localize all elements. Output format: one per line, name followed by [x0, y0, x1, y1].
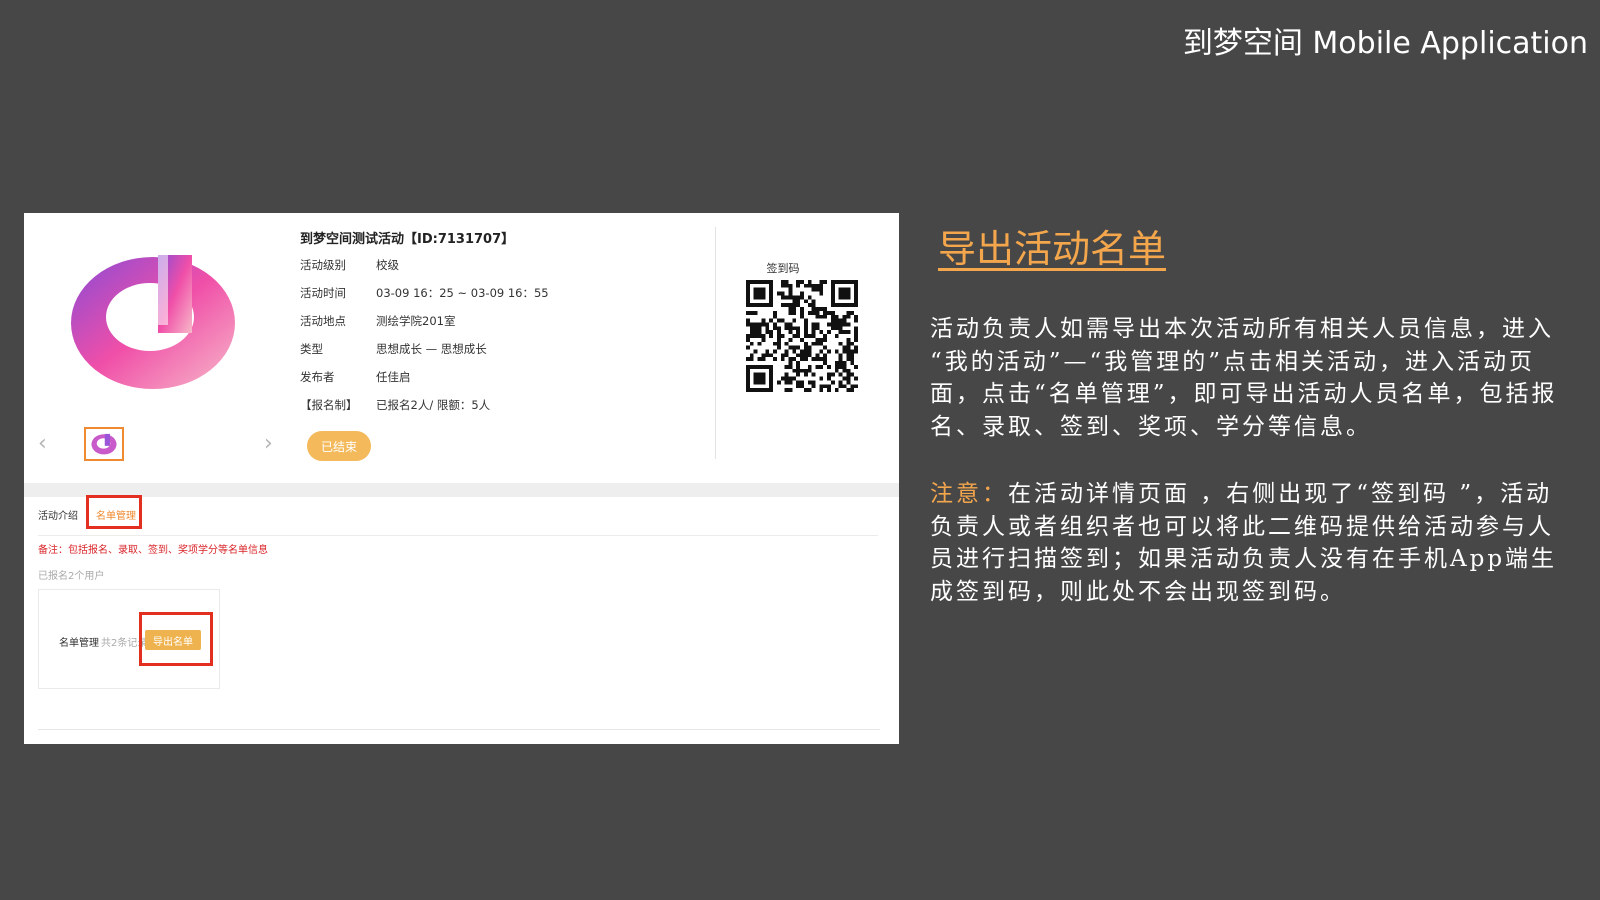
status-button[interactable]: 已结束: [307, 431, 371, 461]
slide-title: 到梦空间 Mobile Application: [1182, 26, 1588, 61]
app-logo: [71, 255, 235, 389]
activity-screenshot: ‹ › 到梦空间测试活动【ID:7131707】 活动级别 校级 活动时间 03…: [24, 213, 899, 744]
app-logo-icon: [91, 433, 117, 455]
field-value: 任佳启: [376, 370, 411, 384]
roster-card-label: 名单管理 共2条记录: [59, 634, 147, 649]
divider: [24, 483, 899, 497]
field-value: 思想成长 — 思想成长: [376, 342, 487, 356]
note-label: 注意：: [930, 481, 1008, 507]
export-button[interactable]: 导出名单: [145, 630, 201, 650]
field-row: 活动地点 测绘学院201室: [300, 307, 720, 335]
chevron-right-icon[interactable]: ›: [264, 433, 273, 455]
roster-card: 名单管理 共2条记录 导出名单: [38, 589, 220, 689]
roster-note: 备注：包括报名、录取、签到、奖项学分等名单信息: [38, 545, 268, 556]
field-label: 活动时间: [300, 286, 346, 300]
field-row: 活动时间 03-09 16：25 ~ 03-09 16：55: [300, 279, 720, 307]
thumbnail[interactable]: [84, 427, 124, 461]
field-label: 【报名制】: [300, 398, 358, 412]
signed-count: 已报名2个用户: [38, 571, 105, 582]
tab-intro[interactable]: 活动介绍: [38, 507, 78, 522]
field-label: 活动地点: [300, 314, 346, 328]
field-row: 类型 思想成长 — 思想成长: [300, 335, 720, 363]
field-label: 发布者: [300, 370, 335, 384]
thumbnail-carousel: ‹ ›: [36, 427, 276, 463]
field-row: 活动级别 校级: [300, 251, 720, 279]
card-title: 名单管理: [59, 638, 99, 649]
field-row: 【报名制】 已报名2人/ 限额：5人: [300, 391, 720, 419]
qr-label: 签到码: [766, 262, 800, 275]
divider: [38, 729, 880, 730]
note-text: 在活动详情页面 ，右侧出现了“签到码 ”，活动负责人或者组织者也可以将此二维码提…: [930, 481, 1558, 605]
field-value: 已报名2人/ 限额：5人: [376, 398, 491, 412]
chevron-left-icon[interactable]: ‹: [38, 433, 47, 455]
field-row: 发布者 任佳启: [300, 363, 720, 391]
section-heading: 导出活动名单: [938, 227, 1167, 271]
tab-roster[interactable]: 名单管理: [96, 507, 136, 522]
tab-bar: 活动介绍 名单管理: [38, 495, 878, 536]
qr-code-icon: [746, 280, 858, 392]
note-paragraph: 注意：在活动详情页面 ，右侧出现了“签到码 ”，活动负责人或者组织者也可以将此二…: [930, 478, 1570, 608]
field-label: 活动级别: [300, 258, 346, 272]
divider: [715, 227, 716, 459]
activity-info: 到梦空间测试活动【ID:7131707】 活动级别 校级 活动时间 03-09 …: [300, 229, 720, 419]
field-value: 校级: [376, 258, 399, 272]
field-label: 类型: [300, 342, 323, 356]
description-text: 活动负责人如需导出本次活动所有相关人员信息，进入 “我的活动”—“我管理的”点击…: [930, 316, 1558, 440]
field-value: 测绘学院201室: [376, 314, 456, 328]
field-value: 03-09 16：25 ~ 03-09 16：55: [376, 286, 549, 300]
activity-title: 到梦空间测试活动【ID:7131707】: [300, 232, 515, 247]
